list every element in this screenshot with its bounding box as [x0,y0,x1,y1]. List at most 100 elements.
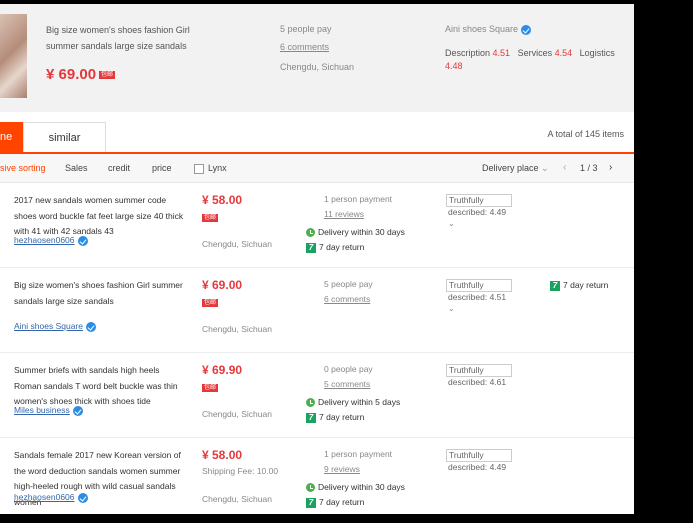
free-shipping-tag-text: 包邮 [202,298,219,307]
prev-page-icon[interactable]: ‹ [563,162,566,173]
free-shipping-tag: 包邮 [202,294,219,312]
item-payment-count: 1 person payment [324,449,393,459]
description-score: 4.51 [492,48,511,58]
item-reviews-link[interactable]: 6 comments [324,294,370,304]
desc-box-value: described: 4.61 [448,377,507,387]
item-location: Chengdu, Sichuan [202,409,272,419]
product-title[interactable]: Big size women's shoes fashion Girl summ… [46,22,206,54]
chevron-down-icon[interactable]: ⌄ [448,304,455,313]
clock-icon [306,398,315,408]
return-badge: 77 day return [306,412,364,423]
sort-comprehensive[interactable]: sive sorting [0,163,46,173]
delivery-text: Delivery within 30 days [318,227,405,237]
delivery-text: Delivery within 5 days [318,397,401,407]
item-price: ¥ 69.90 [202,363,243,377]
free-shipping-tag: 包邮 [202,209,219,227]
list-item[interactable]: Big size women's shoes fashion Girl summ… [0,268,634,353]
desc-box-label: Truthfully [446,194,512,207]
item-shop-text[interactable]: hezhaosen0606 [14,235,75,245]
delivery-place-dropdown[interactable]: Delivery place ⌄ [482,163,549,174]
item-shop[interactable]: Miles business [14,405,83,416]
item-shop[interactable]: Aini shoes Square [14,321,96,332]
free-shipping-tag-text: 包邮 [202,383,219,392]
verified-icon [86,321,96,332]
lynx-label: Lynx [208,163,227,173]
desc-box-label: Truthfully [446,449,512,462]
return-badge: 77 day return [306,497,364,508]
shop-name-text[interactable]: Aini shoes Square [445,24,518,34]
item-reviews-link[interactable]: 11 reviews [324,209,364,219]
result-tabs: ne similar A total of 145 items [0,122,634,154]
seven-day-icon: 7 [550,280,560,291]
lynx-checkbox[interactable] [194,163,204,174]
item-location: Chengdu, Sichuan [202,324,272,334]
comments-link[interactable]: 6 comments [280,42,329,52]
item-shop-text[interactable]: Miles business [14,405,70,415]
desc-box-label: Truthfully [446,279,512,292]
item-reviews-link[interactable]: 9 reviews [324,464,360,474]
desc-box-value: described: 4.49 [448,207,507,217]
desc-box-value: described: 4.49 [448,462,507,472]
next-page-icon[interactable]: › [609,162,612,173]
logistics-label: Logistics [579,48,615,58]
payment-count: 5 people pay [280,24,332,34]
services-label: Services [517,48,553,58]
return-badge: 77 day return [306,242,364,253]
page-indicator: 1 / 3 [580,163,598,173]
list-item[interactable]: 2017 new sandals women summer code shoes… [0,183,634,268]
return-text: 7 day return [319,242,365,252]
delivery-badge: Delivery within 5 days [306,397,401,408]
item-price: ¥ 58.00 [202,193,243,207]
price-value: ¥ 69.00 [46,66,97,83]
chevron-down-icon[interactable]: ⌄ [448,219,455,228]
free-shipping-tag-text: 包邮 [202,213,219,222]
list-item[interactable]: Summer briefs with sandals high heels Ro… [0,353,634,438]
return-text: 7 day return [319,412,365,422]
item-description-score: Truthfully described: 4.61 [446,364,512,388]
item-reviews-link[interactable]: 5 comments [324,379,370,389]
sort-price[interactable]: price [152,163,172,173]
return-badge: 77 day return [550,280,608,291]
verified-icon [72,405,83,416]
product-thumbnail[interactable] [0,14,27,98]
shop-name[interactable]: Aini shoes Square [445,24,532,35]
verified-icon [77,235,88,246]
shipping-fee: Shipping Fee: 10.00 [202,466,279,476]
desc-box-value: described: 4.51 [448,292,507,302]
current-product-panel: Big size women's shoes fashion Girl summ… [0,4,634,112]
description-label: Description [445,48,491,58]
item-shop[interactable]: hezhaosen0606 [14,235,88,246]
return-text: 7 day return [319,497,365,507]
desc-box-label: Truthfully [446,364,512,377]
lynx-filter[interactable]: Lynx [194,163,227,174]
free-shipping-tag: 包邮 [99,71,116,80]
item-description-score: Truthfully described: 4.49 [446,449,512,473]
item-shop[interactable]: hezhaosen0606 [14,492,88,503]
item-shop-text[interactable]: Aini shoes Square [14,321,83,331]
sort-sales[interactable]: Sales [65,163,88,173]
product-location: Chengdu, Sichuan [280,62,355,72]
item-shop-text[interactable]: hezhaosen0606 [14,492,75,502]
item-description-score: Truthfully described: 4.51 [446,279,512,303]
clock-icon [306,228,315,238]
sort-credit[interactable]: credit [108,163,130,173]
list-item[interactable]: Sandals female 2017 new Korean version o… [0,438,634,514]
item-description-score: Truthfully described: 4.49 [446,194,512,218]
tab-same[interactable]: ne [0,122,23,152]
seven-day-icon: 7 [306,242,316,253]
item-price: ¥ 58.00 [202,448,243,462]
seven-day-icon: 7 [306,412,316,423]
item-price: ¥ 69.00 [202,278,243,292]
item-title[interactable]: Summer briefs with sandals high heels Ro… [14,363,186,410]
item-location: Chengdu, Sichuan [202,494,272,504]
delivery-badge: Delivery within 30 days [306,227,405,238]
chevron-down-icon: ⌄ [541,163,549,173]
item-payment-count: 1 person payment [324,194,393,204]
clock-icon [306,483,315,493]
tab-similar[interactable]: similar [23,122,106,152]
services-score: 4.54 [554,48,573,58]
sort-bar: sive sorting Sales credit price Lynx Del… [0,154,634,183]
item-title[interactable]: 2017 new sandals women summer code shoes… [14,193,186,240]
item-title[interactable]: Big size women's shoes fashion Girl summ… [14,278,186,309]
logistics-score: 4.48 [445,61,463,71]
